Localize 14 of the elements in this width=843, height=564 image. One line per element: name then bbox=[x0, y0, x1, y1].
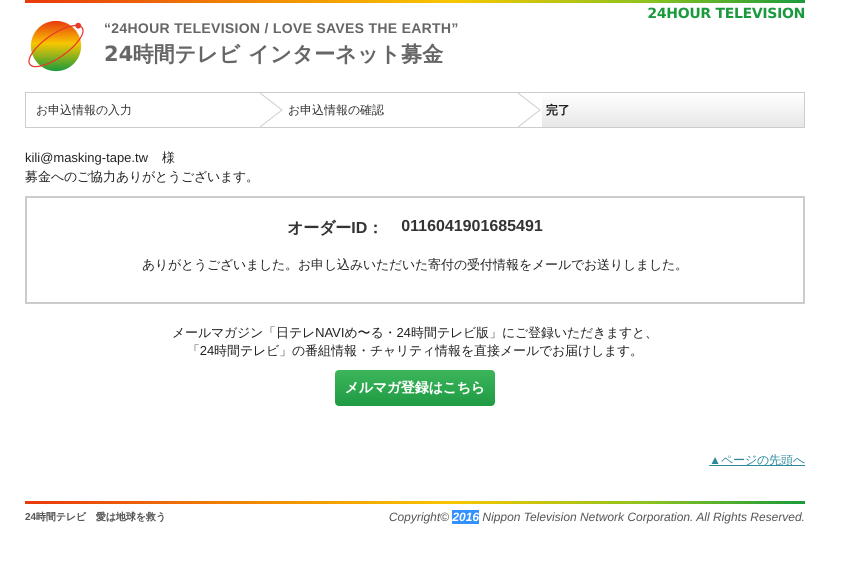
copyright-text: Copyright© 2016 Nippon Television Network Corporation. All Rights Reserved. bbox=[388, 510, 805, 524]
order-id: 0116041901685491 bbox=[401, 218, 543, 237]
confirmation-message: ありがとうございました。お申し込みいただいた寄付の受付情報をメールでお送りしました。 bbox=[141, 256, 689, 274]
newsletter-signup-button[interactable]: メルマガ登録はこちら bbox=[335, 370, 495, 406]
thanks-text: 募金へのご協力ありがとうございます。 bbox=[25, 168, 260, 186]
footer-tagline: 24時間テレビ 愛は地球を救う bbox=[25, 510, 166, 524]
page-top-link[interactable]: ▲ページの先頭へ bbox=[709, 453, 805, 467]
tagline: “24HOUR TELEVISION / LOVE SAVES THE EARTH” bbox=[104, 20, 459, 36]
newsletter-text: メールマガジン「日テレNAVIめ〜る・24時間テレビ版」にご登録いただきますと、 bbox=[172, 324, 658, 342]
brand-logo-text: 24HOUR TELEVISION bbox=[647, 6, 805, 22]
newsletter-text: 「24時間テレビ」の番組情報・チャリティ情報を直接メールでお届けします。 bbox=[186, 342, 644, 360]
site-title: 24時間テレビ インターネット募金 bbox=[104, 41, 445, 68]
order-id-label: オーダーID： bbox=[287, 218, 384, 239]
user-email-line: kili@masking-tape.tw 様 bbox=[25, 149, 176, 167]
